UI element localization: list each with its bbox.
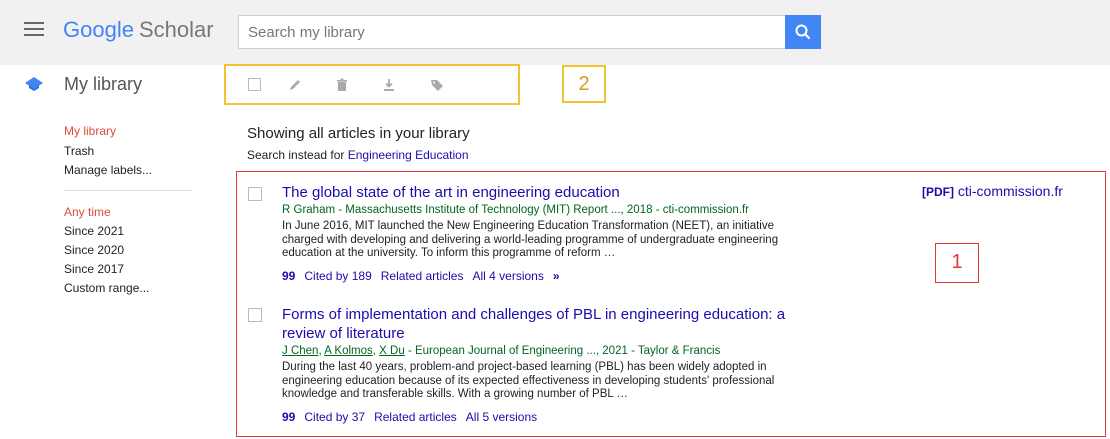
related-articles-link[interactable]: Related articles (381, 269, 464, 283)
author-link[interactable]: A Kolmos (324, 345, 373, 357)
related-articles-link[interactable]: Related articles (374, 410, 457, 424)
menu-icon[interactable] (24, 22, 44, 40)
export-icon[interactable] (381, 77, 397, 93)
result-snippet: In June 2016, MIT launched the New Engin… (282, 220, 779, 259)
select-all-checkbox[interactable] (248, 78, 261, 91)
result-title-line-2: review of literature (282, 325, 405, 342)
callout-2: 2 (562, 65, 606, 103)
pdf-tag: [PDF] (922, 185, 954, 199)
result-title-line-1: Forms of implementation and challenges o… (282, 306, 786, 323)
all-versions-link[interactable]: All 5 versions (466, 410, 537, 424)
result-title[interactable]: The global state of the art in engineeri… (282, 183, 620, 202)
result-authors: R Graham - Massachusetts Institute of Te… (282, 204, 749, 216)
cited-by-link[interactable]: Cited by 189 (304, 269, 371, 283)
result-checkbox[interactable] (248, 187, 262, 201)
sidebar-divider (64, 190, 192, 191)
time-filter-since-2017[interactable]: Since 2017 (64, 262, 124, 276)
result-title[interactable]: Forms of implementation and challenges o… (282, 305, 785, 343)
search-instead-link[interactable]: Engineering Education (348, 148, 469, 162)
edit-icon[interactable] (287, 77, 303, 93)
search-icon (795, 24, 811, 40)
time-filter-since-2021[interactable]: Since 2021 (64, 224, 124, 238)
library-icon (25, 77, 43, 91)
pdf-link[interactable]: [PDF] cti-commission.fr (922, 183, 1063, 199)
cited-by-link[interactable]: Cited by 37 (304, 410, 365, 424)
search-instead: Search instead for Engineering Education (247, 148, 469, 162)
author-link[interactable]: J Chen (282, 345, 318, 357)
more-icon[interactable]: » (553, 269, 560, 283)
page-title: My library (64, 74, 143, 94)
label-icon[interactable] (429, 77, 445, 93)
sidebar-item-my-library[interactable]: My library (64, 124, 116, 138)
toolbar (224, 64, 520, 105)
result-authors: J Chen, A Kolmos, X Du - European Journa… (282, 345, 721, 357)
sidebar-item-manage-labels[interactable]: Manage labels... (64, 163, 152, 177)
result-snippet: During the last 40 years, problem-and pr… (282, 361, 775, 400)
all-versions-link[interactable]: All 4 versions (472, 269, 543, 283)
time-filter-since-2020[interactable]: Since 2020 (64, 243, 124, 257)
pdf-source: cti-commission.fr (957, 183, 1063, 199)
result-links: 99 Cited by 189 Related articles All 4 vers… (282, 269, 569, 283)
callout-1: 1 (935, 243, 979, 283)
time-filter-custom-range[interactable]: Custom range... (64, 281, 149, 295)
quote-icon[interactable]: 99 (282, 269, 295, 283)
search-button[interactable] (785, 15, 821, 49)
sidebar-item-trash[interactable]: Trash (64, 144, 94, 158)
showing-all-articles: Showing all articles in your library (247, 125, 470, 142)
quote-icon[interactable]: 99 (282, 410, 295, 424)
logo-scholar: Scholar (138, 17, 214, 42)
logo-google: Google (63, 17, 134, 42)
search-instead-prefix: Search instead for (247, 148, 345, 162)
result-checkbox[interactable] (248, 308, 262, 322)
time-filter-any-time[interactable]: Any time (64, 205, 111, 219)
search-input[interactable] (239, 16, 787, 48)
delete-icon[interactable] (334, 77, 350, 93)
result-links: 99 Cited by 37 Related articles All 5 versi… (282, 410, 546, 424)
search-box (238, 15, 787, 49)
google-scholar-logo[interactable]: Google Scholar (63, 17, 214, 43)
author-link[interactable]: X Du (379, 345, 405, 357)
result-source: - European Journal of Engineering ..., 2… (404, 345, 721, 357)
